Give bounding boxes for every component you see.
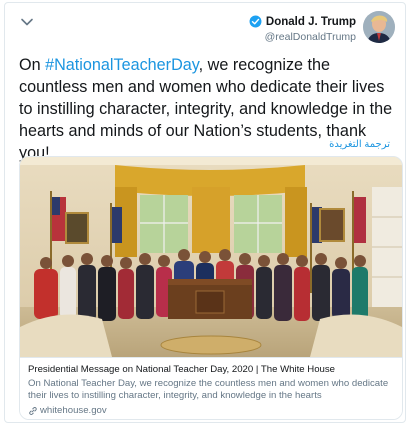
- verified-badge-icon: [249, 15, 262, 28]
- oval-office-photo[interactable]: [20, 157, 402, 357]
- tweet-author[interactable]: Donald J. Trump @realDonaldTrump: [249, 15, 356, 43]
- author-handle[interactable]: @realDonaldTrump: [249, 31, 356, 43]
- link-card-title[interactable]: Presidential Message on National Teacher…: [28, 364, 335, 375]
- tweet-card: Donald J. Trump @realDonaldTrump On #Nat…: [4, 2, 406, 423]
- link-card-domain[interactable]: whitehouse.gov: [28, 405, 107, 416]
- link-icon: [29, 406, 37, 415]
- author-display-name[interactable]: Donald J. Trump: [266, 16, 356, 28]
- link-card-domain-text[interactable]: whitehouse.gov: [40, 405, 107, 416]
- translate-tweet-link[interactable]: ترجمة التغريدة: [329, 139, 390, 150]
- link-card-meta[interactable]: Presidential Message on National Teacher…: [20, 357, 402, 419]
- chevron-down-icon[interactable]: [20, 15, 34, 29]
- tweet-text-prefix: On: [19, 56, 46, 74]
- link-card[interactable]: Presidential Message on National Teacher…: [19, 156, 403, 420]
- link-card-description: On National Teacher Day, we recognize th…: [28, 378, 389, 401]
- avatar[interactable]: [363, 11, 395, 43]
- hashtag-link[interactable]: #NationalTeacherDay: [45, 56, 199, 74]
